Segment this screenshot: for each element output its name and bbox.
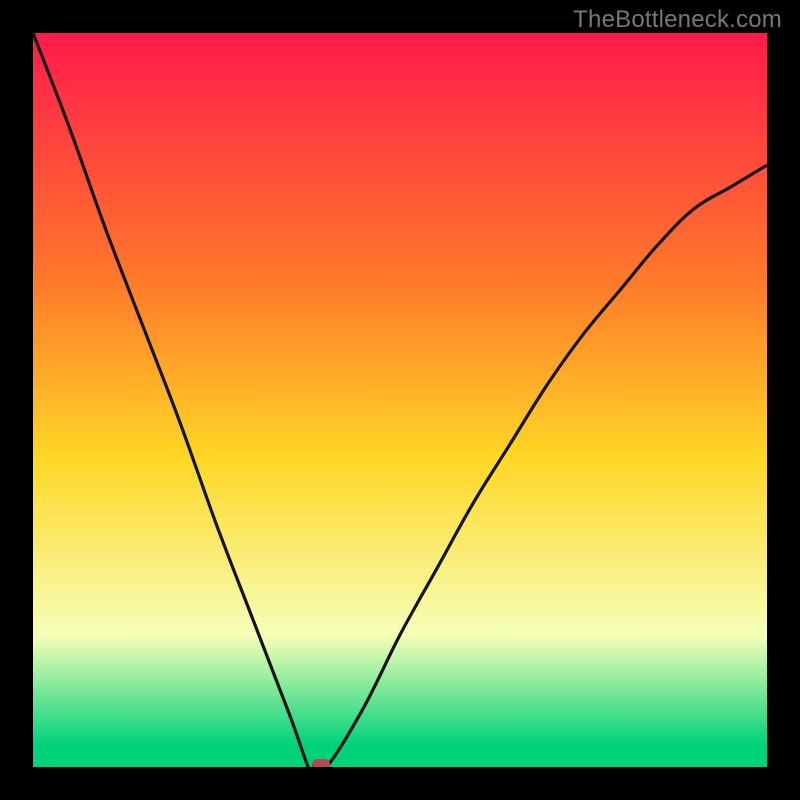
chart-frame: TheBottleneck.com <box>0 0 800 800</box>
plot-area <box>33 33 767 767</box>
watermark-text: TheBottleneck.com <box>573 6 782 34</box>
minimum-marker <box>312 759 330 767</box>
bottleneck-curve <box>33 33 767 767</box>
